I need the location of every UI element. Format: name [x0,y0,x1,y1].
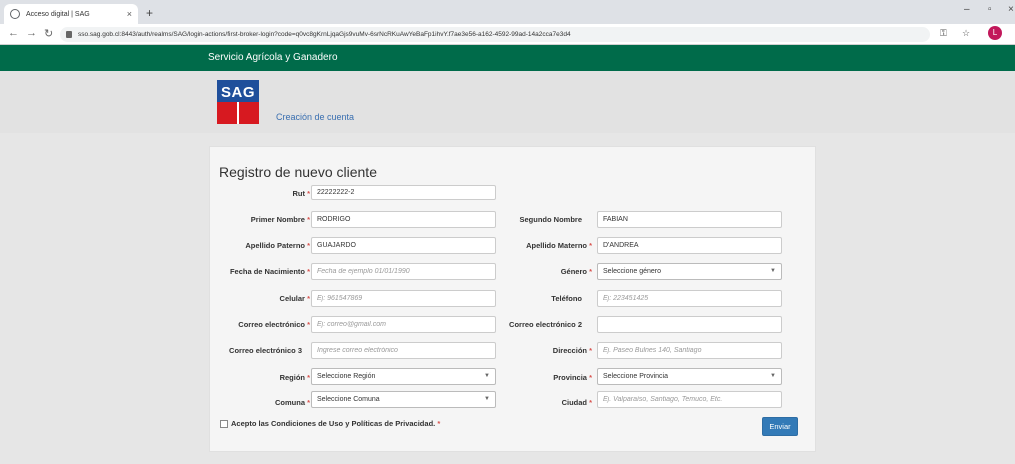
back-icon[interactable]: ← [8,27,19,39]
correo-label: Correo electrónico * [238,320,310,329]
fecha-nacimiento-label: Fecha de Nacimiento * [229,267,310,276]
ciudad-label: Ciudad * [561,398,592,407]
apellido-paterno-input[interactable] [311,237,496,254]
maximize-icon[interactable]: ▫ [988,4,992,15]
browser-tab-bar: Acceso digital | SAG × + – ▫ × [0,0,1015,24]
genero-select[interactable]: Seleccione género ▼ [597,263,782,280]
chevron-down-icon: ▼ [770,373,776,379]
banner [0,71,1015,133]
terms-checkbox[interactable] [220,419,228,428]
region-select[interactable]: Seleccione Región ▼ [311,368,496,385]
genero-label: Género * [560,267,592,276]
correo3-label: Correo electrónico 3 [229,346,302,355]
primer-nombre-label: Primer Nombre * [250,215,310,224]
region-selected: Seleccione Región [317,373,376,380]
browser-tab[interactable]: Acceso digital | SAG × [4,4,138,24]
provincia-selected: Seleccione Provincia [603,373,668,380]
rut-label: Rut * [292,189,310,198]
minimize-icon[interactable]: – [964,4,970,15]
close-window-icon[interactable]: × [1008,4,1014,15]
key-icon[interactable]: ⚿ [940,28,947,39]
ciudad-input[interactable] [597,391,782,408]
close-tab-icon[interactable]: × [127,9,132,19]
primer-nombre-input[interactable] [311,211,496,228]
comuna-select[interactable]: Seleccione Comuna ▼ [311,391,496,408]
apellido-materno-input[interactable] [597,237,782,254]
address-bar: ← → ↻ sso.sag.gob.cl:8443/auth/realms/SA… [0,24,1015,45]
rut-input[interactable] [311,185,496,200]
fecha-nacimiento-input[interactable] [311,263,496,280]
apellido-materno-label: Apellido Materno * [526,241,592,250]
segundo-nombre-input[interactable] [597,211,782,228]
page-subtitle: Creación de cuenta [276,112,355,122]
sag-logo: SAG [217,80,259,124]
telefono-label: Teléfono [551,294,582,303]
correo2-input[interactable] [597,316,782,333]
segundo-nombre-label: Segundo Nombre [519,215,582,224]
submit-button[interactable]: Enviar [762,417,798,436]
lock-icon [66,31,72,38]
provincia-select[interactable]: Seleccione Provincia ▼ [597,368,782,385]
reload-icon[interactable]: ↻ [44,27,53,40]
comuna-label: Comuna * [274,398,310,407]
genero-selected: Seleccione género [603,268,661,275]
direccion-input[interactable] [597,342,782,359]
celular-input[interactable] [311,290,496,307]
correo2-label: Correo electrónico 2 [509,320,582,329]
globe-icon [10,9,20,19]
forward-icon[interactable]: → [26,27,37,39]
chevron-down-icon: ▼ [770,268,776,274]
correo-input[interactable] [311,316,496,333]
url-field[interactable]: sso.sag.gob.cl:8443/auth/realms/SAG/logi… [60,27,930,42]
telefono-input[interactable] [597,290,782,307]
celular-label: Celular * [279,294,310,303]
direccion-label: Dirección * [552,346,592,355]
site-brand: Servicio Agrícola y Ganadero [208,52,338,63]
site-header: Servicio Agrícola y Ganadero [0,45,1015,71]
profile-avatar[interactable]: L [988,26,1002,40]
region-label: Región * [279,373,310,382]
terms-row: Acepto las Condiciones de Uso y Política… [220,419,440,428]
form-title: Registro de nuevo cliente [219,164,377,180]
provincia-label: Provincia * [553,373,592,382]
terms-label: Acepto las Condiciones de Uso y Política… [231,419,441,428]
comuna-selected: Seleccione Comuna [317,396,380,403]
url-text: sso.sag.gob.cl:8443/auth/realms/SAG/logi… [78,31,571,38]
new-tab-icon[interactable]: + [146,6,153,20]
tab-title: Acceso digital | SAG [26,10,90,18]
logo-text: SAG [220,84,255,101]
apellido-paterno-label: Apellido Paterno * [245,241,310,250]
star-icon[interactable]: ☆ [962,28,970,39]
correo3-input[interactable] [311,342,496,359]
